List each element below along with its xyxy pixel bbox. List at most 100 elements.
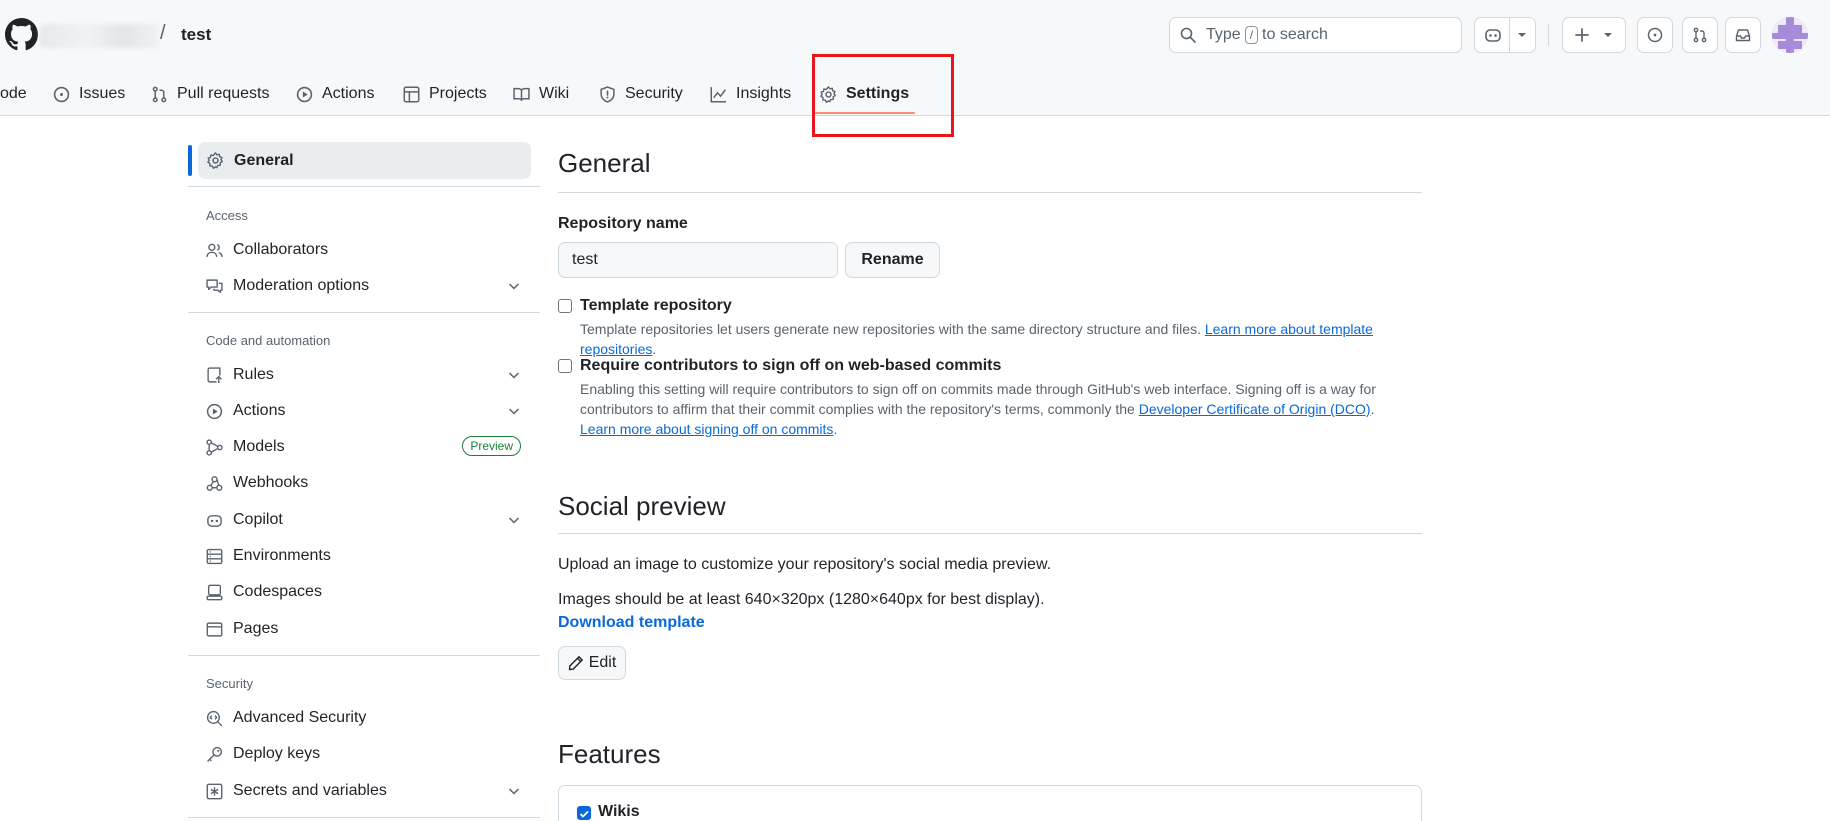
avatar[interactable] [1772, 17, 1808, 53]
sidebar-divider [188, 312, 540, 313]
download-template-link[interactable]: Download template [558, 614, 705, 632]
template-repository-description: Template repositories let users generate… [580, 321, 1373, 357]
sidebar-item-codespaces[interactable]: Codespaces [206, 577, 526, 607]
github-logo-icon[interactable] [5, 18, 38, 51]
pencil-icon [568, 656, 583, 671]
gear-icon [207, 152, 223, 169]
repository-name-input[interactable] [558, 242, 838, 278]
check-icon [579, 810, 589, 818]
template-repository-checkbox[interactable] [558, 299, 572, 313]
people-icon [206, 243, 223, 257]
dco-link[interactable]: Developer Certificate of Origin (DCO) [1139, 401, 1371, 417]
sidebar-item-advanced-security[interactable]: Advanced Security [206, 703, 526, 733]
shield-icon [600, 85, 615, 103]
repo-push-icon [207, 366, 222, 383]
table-icon [403, 86, 420, 102]
tab-wiki[interactable]: Wiki [513, 72, 569, 116]
avatar-identicon-icon [1772, 17, 1808, 53]
sidebar-heading-security: Security [206, 676, 253, 691]
search-icon [1180, 27, 1196, 43]
sidebar-item-moderation-options[interactable]: Moderation options [206, 271, 526, 301]
issue-opened-icon [1647, 27, 1663, 43]
asterisk-icon [206, 783, 223, 799]
pull-request-icon [152, 86, 167, 102]
sidebar-item-environments[interactable]: Environments [206, 541, 526, 571]
play-icon [206, 403, 223, 419]
pull-requests-button[interactable] [1682, 17, 1718, 53]
webhook-icon [206, 475, 223, 491]
create-new-button[interactable] [1562, 17, 1626, 53]
inbox-icon [1735, 29, 1751, 42]
template-repository-title: Template repository [580, 297, 732, 314]
sidebar-divider [188, 186, 540, 187]
tab-projects[interactable]: Projects [403, 72, 487, 116]
chevron-down-icon [508, 517, 520, 524]
plus-icon [1575, 28, 1589, 42]
social-preview-size-text: Images should be at least 640×320px (128… [558, 591, 1045, 608]
comment-discussion-icon [206, 278, 223, 293]
repository-name-label: Repository name [558, 215, 688, 232]
chevron-down-icon [508, 408, 520, 415]
chevron-down-icon [508, 788, 520, 795]
sidebar-item-deploy-keys[interactable]: Deploy keys [206, 739, 526, 769]
tab-issues[interactable]: Issues [53, 72, 125, 116]
sidebar-item-models[interactable]: Models Preview [206, 432, 526, 462]
sidebar-item-collaborators[interactable]: Collaborators [206, 235, 526, 265]
tab-security[interactable]: Security [599, 72, 683, 116]
signoff-description: Enabling this setting will require contr… [580, 381, 1376, 437]
sidebar-active-indicator [188, 145, 192, 176]
social-preview-text: Upload an image to customize your reposi… [558, 556, 1052, 573]
chevron-down-icon [1517, 33, 1526, 37]
browser-icon [206, 621, 223, 637]
header-divider [1548, 24, 1549, 46]
sidebar-heading-code-automation: Code and automation [206, 333, 331, 348]
tab-code[interactable]: ode [0, 72, 27, 116]
features-heading: Features [558, 739, 661, 769]
chevron-down-icon [508, 372, 520, 379]
key-icon [207, 746, 223, 762]
repo-name-link[interactable]: test [181, 25, 211, 45]
copilot-button[interactable] [1474, 17, 1536, 53]
sidebar-item-general[interactable]: General [198, 142, 531, 179]
tab-insights[interactable]: Insights [710, 72, 791, 116]
preview-badge: Preview [462, 436, 521, 456]
sidebar-divider [188, 817, 540, 818]
breadcrumb-separator: / [160, 22, 166, 44]
sidebar-item-secrets-variables[interactable]: Secrets and variables [206, 776, 526, 806]
signoff-checkbox[interactable] [558, 359, 572, 373]
sidebar-item-webhooks[interactable]: Webhooks [206, 468, 526, 498]
codescan-icon [206, 710, 223, 726]
graph-icon [710, 86, 727, 102]
search-suffix: to search [1262, 26, 1328, 43]
search-shortcut-key: / [1244, 26, 1259, 44]
copilot-icon [207, 514, 222, 527]
owner-name-redacted[interactable] [40, 24, 158, 48]
search-input[interactable]: Type / to search [1169, 17, 1462, 53]
sidebar-item-pages[interactable]: Pages [206, 614, 526, 644]
sidebar-item-actions[interactable]: Actions [206, 396, 526, 426]
wikis-checkbox[interactable] [577, 806, 591, 820]
sidebar-item-copilot[interactable]: Copilot [206, 505, 526, 535]
tab-pull-requests[interactable]: Pull requests [151, 72, 270, 116]
copilot-icon [1484, 29, 1501, 42]
search-prefix: Type [1206, 26, 1241, 43]
book-icon [513, 87, 530, 101]
tab-actions[interactable]: Actions [296, 72, 374, 116]
workflow-icon [206, 438, 223, 456]
learn-signoff-link[interactable]: Learn more about signing off on commits [580, 421, 833, 437]
rename-button[interactable]: Rename [845, 242, 940, 278]
features-box [558, 785, 1422, 821]
highlight-box [812, 54, 954, 137]
issues-button[interactable] [1637, 17, 1673, 53]
server-icon [206, 548, 223, 564]
sidebar-divider [188, 655, 540, 656]
codespaces-icon [206, 584, 223, 600]
general-heading: General [558, 148, 651, 178]
heading-rule [558, 533, 1422, 534]
edit-button[interactable]: Edit [558, 646, 626, 680]
inbox-button[interactable] [1725, 17, 1761, 53]
signoff-title: Require contributors to sign off on web-… [580, 357, 1002, 374]
wikis-label: Wikis [598, 803, 640, 820]
heading-rule [558, 192, 1422, 193]
sidebar-item-rules[interactable]: Rules [206, 360, 526, 390]
